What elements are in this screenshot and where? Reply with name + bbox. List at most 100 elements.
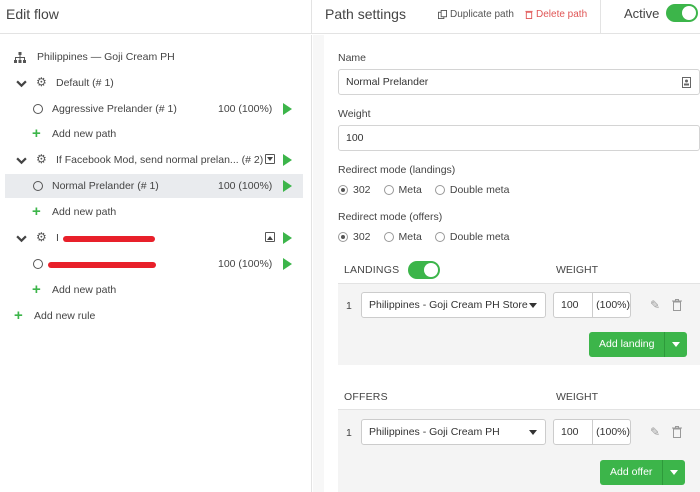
redirect-landings-meta[interactable]: Meta bbox=[383, 184, 422, 196]
landing-index: 1 bbox=[346, 300, 352, 312]
radio[interactable] bbox=[434, 232, 445, 242]
path-item[interactable]: Aggressive Prelander (# 1) 100 (100%) bbox=[5, 97, 303, 121]
plus-icon: + bbox=[14, 307, 23, 324]
chevron-down-icon[interactable] bbox=[16, 78, 27, 89]
add-rule-button[interactable]: + Add new rule bbox=[5, 304, 303, 328]
flow-tree-panel: Philippines — Goji Cream PH ⚙ Default (#… bbox=[0, 35, 312, 492]
pencil-icon[interactable]: ✎ bbox=[650, 298, 660, 312]
plus-icon: + bbox=[32, 281, 41, 298]
redirect-landings-label: Redirect mode (landings) bbox=[338, 164, 456, 176]
rule-redacted[interactable]: ⚙ I bbox=[5, 226, 303, 250]
rule-label: If Facebook Mod, send normal prelan... (… bbox=[56, 154, 264, 166]
redaction-mark bbox=[48, 262, 156, 268]
edit-flow-title: Edit flow bbox=[6, 6, 59, 22]
radio[interactable] bbox=[434, 185, 445, 195]
radio-label: Meta bbox=[398, 184, 422, 196]
redirect-landings-302[interactable]: 302 bbox=[338, 184, 371, 196]
add-landing-button[interactable]: Add landing bbox=[589, 332, 688, 357]
gear-icon: ⚙ bbox=[36, 152, 47, 166]
landing-select-value: Philippines - Goji Cream PH Store bbox=[369, 299, 528, 311]
play-icon[interactable] bbox=[283, 258, 292, 270]
play-icon[interactable] bbox=[283, 180, 292, 192]
weight-input[interactable]: 100 bbox=[338, 125, 700, 151]
chevron-down-icon[interactable] bbox=[16, 233, 27, 244]
offer-select[interactable]: Philippines - Goji Cream PH bbox=[361, 419, 546, 445]
caret-down-icon[interactable] bbox=[665, 332, 687, 357]
offer-index: 1 bbox=[346, 427, 352, 439]
radio-selected[interactable] bbox=[338, 185, 348, 195]
redirect-offers-meta[interactable]: Meta bbox=[383, 231, 422, 243]
flow-root[interactable]: Philippines — Goji Cream PH bbox=[5, 45, 303, 69]
delete-path-button[interactable]: Delete path bbox=[525, 9, 587, 20]
rule-facebook[interactable]: ⚙ If Facebook Mod, send normal prelan...… bbox=[5, 148, 303, 172]
duplicate-path-label: Duplicate path bbox=[450, 9, 514, 20]
duplicate-path-button[interactable]: Duplicate path bbox=[438, 9, 514, 20]
weight-value: 100 bbox=[346, 132, 364, 144]
play-icon[interactable] bbox=[283, 103, 292, 115]
move-down-icon[interactable] bbox=[265, 154, 275, 164]
redirect-offers-double-meta[interactable]: Double meta bbox=[434, 231, 510, 243]
landings-weight-header: WEIGHT bbox=[556, 264, 598, 276]
add-path-button[interactable]: + Add new path bbox=[5, 122, 303, 146]
caret-down-icon bbox=[529, 430, 537, 435]
caret-down-icon[interactable] bbox=[663, 460, 685, 485]
redirect-offers-302[interactable]: 302 bbox=[338, 231, 371, 243]
landings-list: 1 Philippines - Goji Cream PH Store 100 … bbox=[338, 283, 700, 365]
flow-root-label: Philippines — Goji Cream PH bbox=[37, 51, 175, 63]
landing-weight-input[interactable]: 100 (100%) bbox=[553, 292, 631, 318]
name-input[interactable]: Normal Prelander bbox=[338, 69, 700, 95]
plus-icon: + bbox=[32, 203, 41, 220]
offers-header: OFFERS bbox=[344, 391, 388, 403]
active-label: Active bbox=[624, 6, 660, 21]
caret-down-icon bbox=[529, 303, 537, 308]
radio[interactable] bbox=[383, 232, 394, 242]
path-item[interactable]: 100 (100%) bbox=[5, 252, 303, 276]
rule-label: Default (# 1) bbox=[56, 77, 114, 89]
landing-weight-percent: (100%) bbox=[596, 299, 630, 311]
weight-label: Weight bbox=[338, 108, 371, 120]
name-value: Normal Prelander bbox=[346, 76, 429, 88]
add-offer-label: Add offer bbox=[600, 460, 664, 485]
redirect-landings-group: 302 Meta Double meta bbox=[338, 184, 522, 196]
radio-label: Double meta bbox=[449, 231, 510, 243]
trash-icon[interactable] bbox=[672, 299, 682, 311]
offers-list: 1 Philippines - Goji Cream PH 100 (100%)… bbox=[338, 409, 700, 492]
path-item-selected[interactable]: Normal Prelander (# 1) 100 (100%) bbox=[5, 174, 303, 198]
path-settings-title: Path settings bbox=[325, 6, 406, 22]
add-path-button[interactable]: + Add new path bbox=[5, 200, 303, 224]
landing-select[interactable]: Philippines - Goji Cream PH Store bbox=[361, 292, 546, 318]
pencil-icon[interactable]: ✎ bbox=[650, 425, 660, 439]
chevron-down-icon[interactable] bbox=[16, 155, 27, 166]
gear-icon: ⚙ bbox=[36, 75, 47, 89]
path-circle-icon bbox=[33, 181, 43, 191]
trash-icon[interactable] bbox=[672, 426, 682, 438]
landings-toggle[interactable] bbox=[408, 261, 440, 279]
redirect-landings-double-meta[interactable]: Double meta bbox=[434, 184, 509, 196]
add-path-button[interactable]: + Add new path bbox=[5, 278, 303, 302]
move-up-icon[interactable] bbox=[265, 232, 275, 242]
add-offer-button[interactable]: Add offer bbox=[600, 460, 686, 485]
edit-flow-header: Edit flow bbox=[0, 0, 312, 34]
path-label: Normal Prelander (# 1) bbox=[52, 180, 159, 192]
radio-label: 302 bbox=[353, 231, 371, 243]
play-icon[interactable] bbox=[283, 154, 292, 166]
header-divider bbox=[600, 0, 601, 34]
radio-selected[interactable] bbox=[338, 232, 348, 242]
trash-icon bbox=[525, 10, 533, 19]
radio[interactable] bbox=[383, 185, 394, 195]
add-path-label: Add new path bbox=[52, 284, 117, 296]
offer-weight-percent: (100%) bbox=[596, 426, 630, 438]
play-icon[interactable] bbox=[283, 232, 292, 244]
path-settings-panel: Name Normal Prelander Weight 100 Redirec… bbox=[313, 35, 700, 492]
offer-weight-input[interactable]: 100 (100%) bbox=[553, 419, 631, 445]
redirect-offers-group: 302 Meta Double meta bbox=[338, 231, 522, 243]
sitemap-icon bbox=[14, 52, 26, 63]
path-weight: 100 (100%) bbox=[218, 180, 273, 192]
redirect-offers-label: Redirect mode (offers) bbox=[338, 211, 443, 223]
active-toggle[interactable] bbox=[666, 4, 698, 22]
radio-label: Meta bbox=[398, 231, 422, 243]
header-bar: Edit flow Path settings Duplicate path D… bbox=[0, 0, 700, 34]
landing-weight-value: 100 bbox=[554, 293, 594, 317]
rule-default[interactable]: ⚙ Default (# 1) bbox=[5, 71, 303, 95]
path-label: Aggressive Prelander (# 1) bbox=[52, 103, 177, 115]
